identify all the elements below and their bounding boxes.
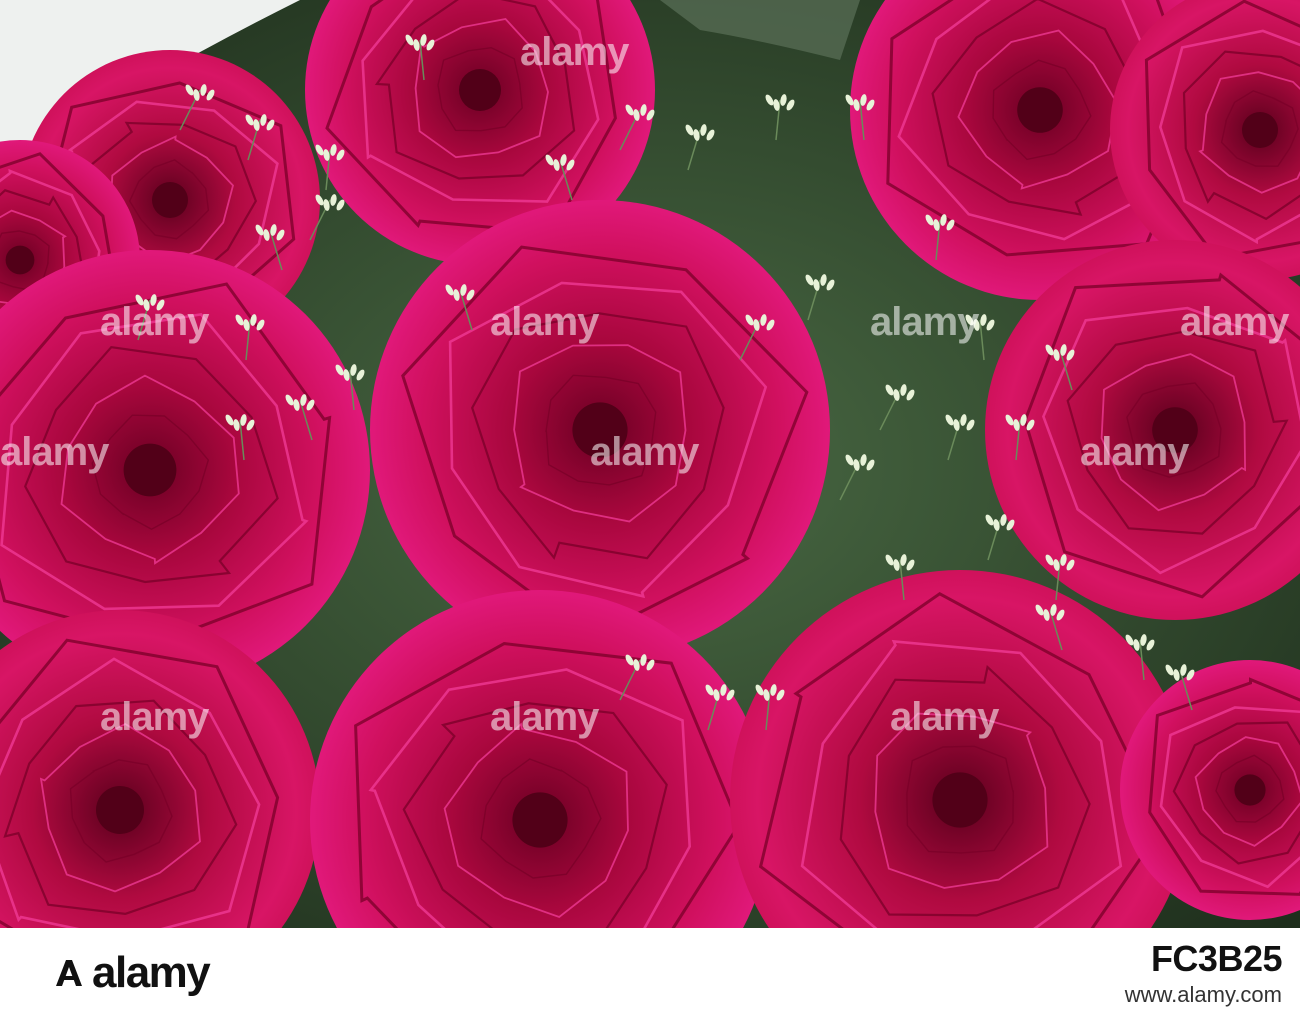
rose-flower bbox=[370, 200, 830, 660]
image-info: FC3B25 www.alamy.com bbox=[1125, 938, 1283, 1008]
site-url[interactable]: www.alamy.com bbox=[1125, 982, 1282, 1008]
footer-bar: alamy FC3B25 www.alamy.com bbox=[0, 928, 1300, 1018]
image-id: FC3B25 bbox=[1150, 938, 1283, 979]
alamy-a-logo-icon bbox=[56, 960, 82, 986]
stock-photo-frame: alamy alamy alamy alamy alamy alamy alam… bbox=[0, 0, 1300, 1018]
logo-text: alamy bbox=[92, 948, 211, 997]
rose-bouquet-photo bbox=[0, 0, 1300, 928]
rose-bouquet-illustration bbox=[0, 0, 1300, 928]
alamy-logo[interactable]: alamy bbox=[52, 948, 211, 998]
